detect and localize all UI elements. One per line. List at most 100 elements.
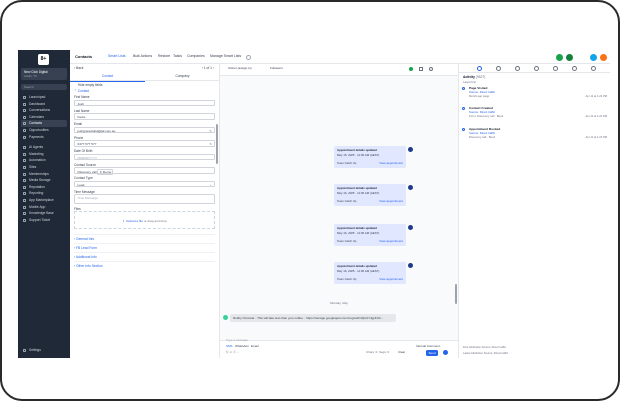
sidebar-item-calendars[interactable]: Calendars (21, 114, 67, 121)
sidebar-item-app-marketplace[interactable]: App Marketplace (21, 197, 67, 204)
sidebar-item-sites[interactable]: Sites (21, 164, 67, 171)
gear-icon (23, 349, 26, 353)
view-appointment-link[interactable]: View appointment (379, 239, 403, 243)
rocket-icon (23, 96, 26, 99)
more-icon[interactable] (429, 67, 433, 71)
followers-select[interactable]: Followers (270, 66, 283, 70)
back-link[interactable]: ‹ Back (74, 66, 83, 70)
star-icon (23, 185, 26, 189)
sidebar-item-support-ticket[interactable]: Support Ticket (21, 217, 67, 224)
view-appointment-link[interactable]: View appointment (379, 161, 403, 165)
pencil-icon[interactable]: ✎ (209, 128, 212, 134)
sidebar-item-contacts[interactable]: Contacts (21, 120, 67, 127)
sidebar-item-settings[interactable]: Settings (21, 347, 67, 354)
tab-company[interactable]: Company (145, 72, 220, 81)
email-field[interactable]: joshgnewclubdigital.com.au ✎ (74, 126, 215, 134)
message-input[interactable]: Type a message (226, 338, 248, 342)
record-pager[interactable]: ‹ 1 of 1 › (202, 64, 214, 72)
tab-companies[interactable]: Companies (187, 54, 205, 58)
notification-icon[interactable] (566, 53, 573, 61)
sidebar-item-opportunities[interactable]: Opportunities (21, 127, 67, 134)
last-name-field[interactable]: Kiebe (74, 113, 215, 120)
appointments-tab-icon[interactable] (534, 66, 539, 71)
sidebar-item-automation[interactable]: Automation (21, 157, 67, 164)
contact-source-field[interactable]: Discovery call ✕ Demo (74, 167, 215, 175)
upload-link[interactable]: Upload a file (126, 219, 143, 223)
view-appointment-link[interactable]: View appointment (379, 277, 403, 281)
time-message-field[interactable]: Time Message (74, 194, 215, 204)
sidebar-item-dashboard[interactable]: Dashboard (21, 101, 67, 108)
activity-title: Activity (9527) (463, 75, 486, 79)
appointment-card: Appointment details updated May 16, 2025… (334, 224, 413, 246)
settings-icon[interactable] (246, 54, 251, 60)
sidebar-item-ai-agents[interactable]: AI Agents (21, 144, 67, 151)
filter-icon[interactable] (591, 66, 596, 71)
phone-field[interactable]: 0477 577 577 ✎ (74, 140, 215, 147)
sidebar-item-conversations[interactable]: Conversations (21, 107, 67, 114)
appointment-card: Appointment details updated May 15, 2025… (334, 146, 413, 168)
section-other-info[interactable]: › Other Info Section (74, 261, 215, 270)
appointment-card: Appointment details updated May 16, 2025… (334, 184, 413, 206)
activity-tab-icon[interactable] (477, 66, 482, 71)
send-button[interactable]: Send (426, 350, 438, 356)
activity-sort[interactable]: Latest first (463, 80, 476, 84)
mail-icon[interactable] (419, 67, 423, 71)
sidebar-item-reputation[interactable]: Reputation (21, 184, 67, 191)
latest-attribution: Latest Attribution Source: Direct traffi… (463, 352, 509, 355)
user-avatar[interactable] (600, 53, 607, 61)
section-additional-info[interactable]: › Additional Info (74, 252, 215, 261)
calendar-icon (23, 115, 26, 119)
activity-panel: Activity (9527) Latest first Page Visite… (458, 64, 610, 358)
sidebar-item-marketing[interactable]: Marketing (21, 151, 67, 158)
pencil-icon[interactable]: ✎ (209, 141, 212, 147)
sidebar-item-payments[interactable]: Payments (21, 134, 67, 141)
sidebar-item-launchpad[interactable]: Launchpad (21, 94, 67, 101)
source-chip[interactable]: ✕ Demo (97, 169, 114, 175)
dob-field[interactable]: MM/DD/YYYY (74, 153, 215, 160)
sidebar-search[interactable]: Search (21, 84, 67, 90)
clear-button[interactable]: Clear (398, 350, 405, 354)
contact-scrollbar[interactable] (216, 124, 218, 164)
call-icon[interactable] (409, 67, 413, 71)
composer-toolbar-icons[interactable]: ⎘ ☺ ⏱ ⋯ (226, 350, 239, 354)
appointment-card: Appointment details updated May 16, 2025… (334, 262, 413, 284)
sidebar-item-media-storage[interactable]: Media Storage (21, 177, 67, 184)
sidebar-item-reporting[interactable]: Reporting (21, 190, 67, 197)
tab-manage-smart-lists[interactable]: Manage Smart Lists (210, 54, 241, 58)
card-icon (23, 135, 26, 139)
account-switcher[interactable]: New Club Digital Austin, TX (21, 68, 67, 80)
app-logo[interactable]: 8+ (38, 54, 49, 65)
tab-bulk-actions[interactable]: Bulk Actions (133, 54, 152, 58)
file-upload-dropzone[interactable]: ⇪ Upload a file or drag and drop (74, 211, 215, 229)
payments-tab-icon[interactable] (572, 66, 577, 71)
contact-type-label: Contact Type (74, 176, 93, 180)
email-label: Email (74, 122, 82, 126)
activity-event: Page Visited Source: Direct traffic Mont… (462, 86, 607, 98)
dob-label: Date Of Birth (74, 149, 93, 153)
section-general-info[interactable]: › General Info (74, 234, 215, 243)
section-fb-lead-form[interactable]: › FB Lead Form (74, 243, 215, 252)
tab-tasks[interactable]: Tasks (173, 54, 182, 58)
sidebar-item-mobile-app[interactable]: Mobile App (21, 204, 67, 211)
notes-tab-icon[interactable] (515, 66, 520, 71)
help-icon[interactable] (590, 53, 597, 61)
sidebar-item-memberships[interactable]: Memberships (21, 171, 67, 178)
tab-smart-lists[interactable]: Smart Lists (108, 54, 126, 58)
date-separator: Monday, May (330, 301, 348, 305)
first-name-field[interactable]: Josh (74, 99, 215, 106)
documents-tab-icon[interactable] (553, 66, 558, 71)
char-counter: Chars: 0, Segs: 0 (366, 350, 390, 354)
owner-select[interactable]: Owner (assign to) (228, 66, 252, 70)
schedule-icon[interactable] (443, 350, 448, 355)
tab-restore[interactable]: Restore (158, 54, 170, 58)
sidebar-item-knowledge-base[interactable]: Knowledge Base (21, 210, 67, 217)
contact-type-select[interactable]: Lead ⌄ (74, 180, 215, 187)
conversation-scrollbar[interactable] (455, 284, 457, 304)
tab-contact[interactable]: Contact (70, 72, 145, 82)
tasks-tab-icon[interactable] (496, 66, 501, 71)
globe-icon (23, 165, 26, 169)
contact-subtabs: Contact Company (70, 72, 220, 82)
activity-tabs (459, 64, 610, 73)
phone-call-icon[interactable] (556, 53, 563, 61)
view-appointment-link[interactable]: View appointment (379, 199, 403, 203)
